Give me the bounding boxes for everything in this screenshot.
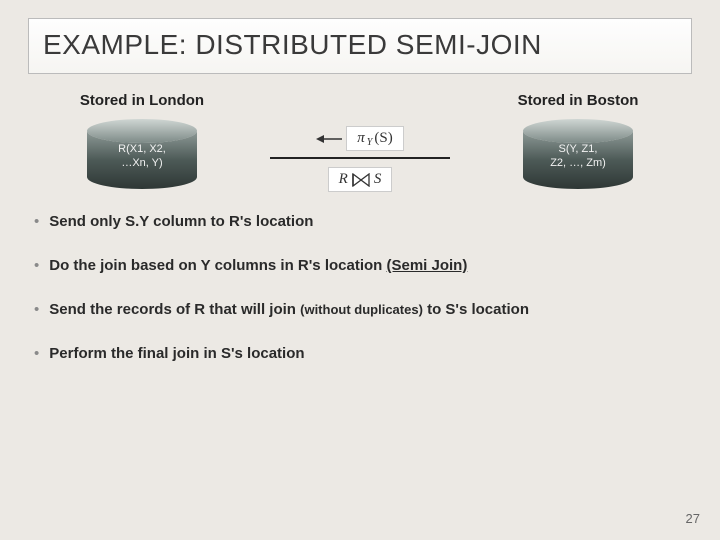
projection-row: π Y (S) <box>316 126 403 151</box>
arrow-left-icon <box>316 133 342 145</box>
slide-title-box: EXAMPLE: DISTRIBUTED SEMI-JOIN <box>28 18 692 74</box>
middle-column: π Y (S) R S <box>260 126 460 192</box>
cylinder-r: R(X1, X2, …Xn, Y) <box>82 117 202 191</box>
relation-s-line2: Z2, …, Zm) <box>550 157 606 169</box>
pi-argument: (S) <box>374 130 392 147</box>
semijoin-formula: R S <box>328 167 393 192</box>
bullet-1-prefix: Do the join based on Y columns in R's lo… <box>49 257 386 274</box>
relation-r-text: R(X1, X2, …Xn, Y) <box>118 137 166 171</box>
right-column: Stored in Boston S(Y, Z1, Z2, …, Zm) <box>468 92 688 191</box>
bullet-item: Send only S.Y column to R's location <box>34 213 692 231</box>
join-left-rel: R <box>339 171 348 188</box>
relation-r-line1: R(X1, X2, <box>118 143 166 155</box>
bullet-1-emph: (Semi Join) <box>387 257 468 274</box>
bullet-item: Do the join based on Y columns in R's lo… <box>34 257 692 275</box>
bullet-2-mid: (without duplicates) <box>300 302 423 317</box>
bullet-list: Send only S.Y column to R's location Do … <box>28 213 692 363</box>
bullet-0-text: Send only S.Y column to R's location <box>49 213 313 230</box>
join-right-rel: S <box>374 171 382 188</box>
bullet-item: Send the records of R that will join (wi… <box>34 301 692 319</box>
bullet-2-prefix: Send the records of R that will join <box>49 301 300 318</box>
left-column: Stored in London <box>32 92 252 191</box>
right-location-label: Stored in Boston <box>518 92 639 109</box>
page-number: 27 <box>686 511 700 526</box>
cylinder-s: S(Y, Z1, Z2, …, Zm) <box>518 117 638 191</box>
pi-symbol: π <box>357 130 365 147</box>
semijoin-icon <box>352 173 370 187</box>
bullet-2-suffix: to S's location <box>423 301 529 318</box>
bullet-3-text: Perform the final join in S's location <box>49 345 304 362</box>
relation-s-line1: S(Y, Z1, <box>559 143 598 155</box>
relation-r-line2: …Xn, Y) <box>121 157 162 169</box>
bullet-item: Perform the final join in S's location <box>34 345 692 363</box>
pi-subscript: Y <box>367 137 373 148</box>
slide-title: EXAMPLE: DISTRIBUTED SEMI-JOIN <box>43 29 677 61</box>
connector-line <box>270 157 450 159</box>
left-location-label: Stored in London <box>80 92 204 109</box>
relation-s-text: S(Y, Z1, Z2, …, Zm) <box>550 137 606 171</box>
diagram-row: Stored in London <box>28 92 692 191</box>
projection-formula: π Y (S) <box>346 126 403 151</box>
